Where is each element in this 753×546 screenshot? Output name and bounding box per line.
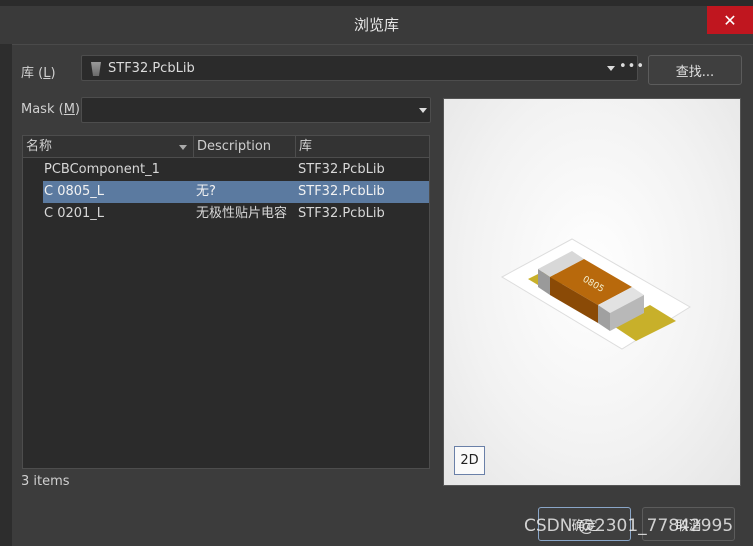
column-header-description[interactable]: Description [194, 136, 296, 158]
component-preview[interactable]: 0805 2D [443, 98, 741, 486]
library-select-value: STF32.PcbLib [108, 61, 195, 76]
row-description: 无? [196, 184, 216, 199]
browse-library-dialog: 库 (L) STF32.PcbLib ••• 查找... Mask (M) 名称… [12, 44, 753, 546]
chevron-down-icon[interactable] [607, 66, 615, 71]
mask-label-end: ) [74, 102, 80, 117]
mask-label: Mask (M) [21, 102, 80, 117]
more-options-icon[interactable]: ••• [619, 59, 645, 74]
component-3d-render: 0805 [500, 238, 691, 350]
column-header-name-label: 名称 [26, 139, 53, 154]
library-select[interactable]: STF32.PcbLib ••• [81, 55, 644, 81]
chevron-down-icon[interactable] [419, 108, 427, 113]
row-library: STF32.PcbLib [298, 184, 385, 199]
mask-label-key: M [63, 102, 75, 117]
table-row[interactable]: PCBComponent_1 STF32.PcbLib [43, 159, 429, 181]
library-label-end: ) [50, 66, 56, 81]
row-description: 无极性贴片电容 [196, 206, 288, 221]
sort-arrow-icon [179, 145, 187, 150]
window-title: 浏览库 [353, 16, 399, 34]
table-row-selected[interactable]: C 0805_L 无? STF32.PcbLib [43, 181, 429, 203]
find-button[interactable]: 查找... [648, 55, 742, 85]
view-2d-button[interactable]: 2D [454, 446, 485, 475]
row-library: STF32.PcbLib [298, 206, 385, 221]
column-header-library[interactable]: 库 [296, 136, 429, 158]
title-bar: 浏览库 ✕ [0, 0, 753, 44]
mask-label-text: Mask ( [21, 102, 64, 117]
item-count: 3 items [21, 474, 70, 489]
background-edge [0, 0, 12, 546]
column-header-name[interactable]: 名称 [23, 136, 194, 158]
library-label: 库 (L) [21, 62, 56, 81]
close-icon: ✕ [723, 10, 737, 30]
row-name: C 0805_L [44, 184, 105, 199]
close-button[interactable]: ✕ [707, 6, 753, 34]
library-label-text: 库 ( [21, 66, 44, 81]
watermark: CSDN @2301_77842995 [524, 516, 734, 536]
library-file-icon [91, 62, 101, 76]
row-name: PCBComponent_1 [44, 162, 160, 177]
row-library: STF32.PcbLib [298, 162, 385, 177]
mask-input[interactable] [81, 97, 431, 123]
table-row[interactable]: C 0201_L 无极性贴片电容 STF32.PcbLib [43, 203, 429, 225]
table-header: 名称 Description 库 [23, 136, 429, 158]
title-bar-top-edge [0, 0, 753, 6]
row-name: C 0201_L [44, 206, 105, 221]
component-table: 名称 Description 库 PCBComponent_1 STF32.Pc… [22, 135, 430, 469]
